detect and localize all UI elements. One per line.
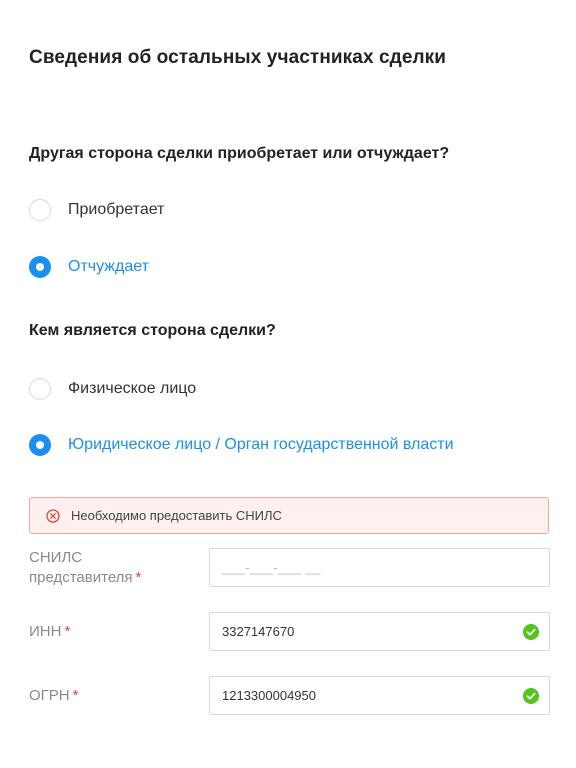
required-asterisk: * xyxy=(135,569,142,586)
error-alert: Необходимо предоставить СНИЛС xyxy=(29,497,549,534)
section-title: Сведения об остальных участниках сделки xyxy=(29,47,447,68)
radio-option-alienate[interactable]: Отчуждает xyxy=(29,256,149,278)
snils-label-line1: СНИЛС xyxy=(29,549,83,566)
radio-button-checked[interactable] xyxy=(29,256,51,278)
snils-label-line2: представителя * xyxy=(29,568,141,588)
inn-label: ИНН * xyxy=(29,622,70,642)
valid-check-icon xyxy=(523,624,539,640)
snils-input[interactable]: ___-___-___ __ xyxy=(209,548,550,587)
snils-placeholder: ___-___-___ __ xyxy=(222,560,321,575)
radio-label-legal-entity: Юридическое лицо / Орган государственной… xyxy=(68,436,454,453)
radio-button-checked[interactable] xyxy=(29,434,51,456)
radio-button-unchecked[interactable] xyxy=(29,378,51,400)
ogrn-value: 1213300004950 xyxy=(222,688,316,703)
radio-option-individual[interactable]: Физическое лицо xyxy=(29,378,196,400)
radio-label-individual: Физическое лицо xyxy=(68,380,197,397)
required-asterisk: * xyxy=(72,687,79,704)
snils-label-text: представителя xyxy=(29,569,133,586)
question-party-type: Кем является сторона сделки? xyxy=(29,322,276,339)
radio-option-acquire[interactable]: Приобретает xyxy=(29,199,164,221)
ogrn-input[interactable]: 1213300004950 xyxy=(209,676,550,715)
radio-button-unchecked[interactable] xyxy=(29,199,51,221)
radio-label-alienate: Отчуждает xyxy=(68,258,149,275)
valid-check-icon xyxy=(523,688,539,704)
radio-option-legal-entity[interactable]: Юридическое лицо / Орган государственной… xyxy=(29,434,454,456)
inn-input[interactable]: 3327147670 xyxy=(209,612,550,651)
inn-value: 3327147670 xyxy=(222,624,295,639)
error-alert-text: Необходимо предоставить СНИЛС xyxy=(71,508,282,523)
ogrn-label-text: ОГРН xyxy=(29,687,70,704)
snils-label: СНИЛС представителя * xyxy=(29,548,141,588)
error-circle-x-icon xyxy=(46,508,60,523)
question-buy-or-sell: Другая сторона сделки приобретает или от… xyxy=(29,145,450,162)
required-asterisk: * xyxy=(64,623,71,640)
form-page: Сведения об остальных участниках сделки … xyxy=(0,0,576,768)
inn-label-text: ИНН xyxy=(29,623,62,640)
ogrn-label: ОГРН * xyxy=(29,686,78,706)
radio-label-acquire: Приобретает xyxy=(68,201,165,218)
